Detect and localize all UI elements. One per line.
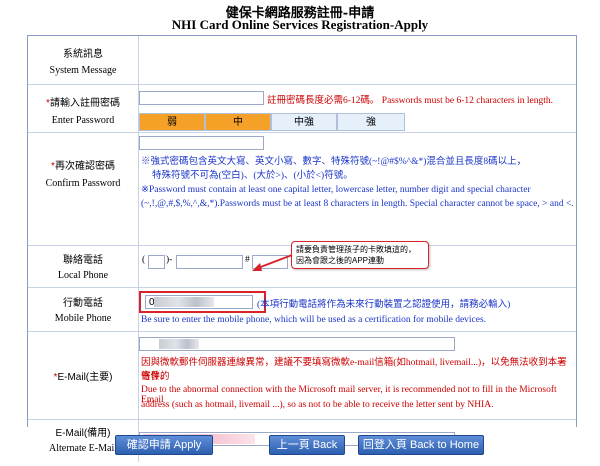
mobile-phone-row: 行動電話 Mobile Phone (本項行動電話將作為未來行動裝置之認證使用，… [28,287,576,332]
mobile-phone-label-en: Mobile Phone [54,313,112,324]
back-button[interactable]: 上一頁 Back [269,435,345,455]
password-input[interactable] [139,91,264,105]
registration-form: 系統訊息 System Message *請輸入註冊密碼 Enter Passw… [27,35,577,462]
system-message-value [139,36,576,84]
strength-strong: 強 [337,113,405,131]
local-phone-label-en: Local Phone [57,270,109,281]
email-warning-zh-2: 信件。 [141,372,170,382]
confirm-password-input[interactable] [139,136,264,150]
local-phone-label-zh: 聯絡電話 [63,255,103,266]
email-primary-label-zh: E-Mail(主要) [57,372,113,383]
password-rule-zh-2: 特殊符號不可為(空白)、(大於>)、(小於<)符號。 [152,171,353,181]
email-primary-label: *E-Mail(主要) [28,332,139,420]
email-warning-zh-1: 因與微軟郵件伺服器連線異常，建議不要填寫微軟e-mail信箱(如hotmail,… [141,358,567,382]
password-label: *請輸入註冊密碼 Enter Password [28,85,139,133]
apply-button[interactable]: 確認申請 Apply [115,435,213,455]
back-to-home-button[interactable]: 回登入頁 Back to Home [358,435,484,455]
annotation-callout: 請要負責管理孩子的卡敗填這的， 因為會跟之後的APP連動 [291,241,429,269]
redacted-mobile-number [154,297,214,307]
password-length-hint: 註冊密碼長度必需6-12碼。 Passwords must be 6-12 ch… [267,96,554,106]
password-value: 註冊密碼長度必需6-12碼。 Passwords must be 6-12 ch… [139,85,576,133]
callout-arrow-icon [252,254,293,271]
callout-line-1: 請要負責管理孩子的卡敗填這的， [296,245,416,254]
password-rule-zh-1: ※強式密碼包含英文大寫、英文小寫、數字、特殊符號(~!@#$%^&*)混合並且長… [141,157,527,167]
mobile-phone-hint-zh: (本項行動電話將作為未來行動裝置之認證使用，請務必輸入) [257,300,511,310]
password-row: *請輸入註冊密碼 Enter Password 註冊密碼長度必需6-12碼。 P… [28,84,576,133]
callout-line-2: 因為會跟之後的APP連動 [296,256,385,265]
strength-weak: 弱 [139,113,205,131]
email-warning-en-2: address (such as hotmail, livemail ...),… [141,400,494,410]
redacted-email [159,339,199,349]
confirm-password-label-zh: 再次確認密碼 [54,161,115,172]
system-message-label: 系統訊息 System Message [28,36,139,84]
password-rule-en-1: ※Password must contain at least one capi… [141,185,531,195]
local-number-input[interactable] [176,255,243,269]
password-rule-en-2: (~,!,@,#,$,%,^,&,*).Passwords must be at… [141,199,574,209]
mobile-phone-label: 行動電話 Mobile Phone [28,288,139,332]
email-primary-value: 因與微軟郵件伺服器連線異常，建議不要填寫微軟e-mail信箱(如hotmail,… [139,332,576,420]
area-code-input[interactable] [148,255,165,269]
password-label-en: Enter Password [51,115,115,126]
local-phone-label: 聯絡電話 Local Phone [28,246,139,288]
page-title-en: NHI Card Online Services Registration-Ap… [171,17,429,32]
confirm-password-label-en: Confirm Password [45,178,121,189]
mobile-phone-label-zh: 行動電話 [63,298,103,309]
strength-medium-strong: 中強 [271,113,337,131]
system-message-label-zh: 系統訊息 [63,49,103,60]
system-message-row: 系統訊息 System Message [28,36,576,84]
confirm-password-row: *再次確認密碼 Confirm Password ※強式密碼包含英文大寫、英文小… [28,132,576,246]
area-code-close-paren: )- [166,255,173,265]
confirm-password-value: ※強式密碼包含英文大寫、英文小寫、數字、特殊符號(~!@#$%^&*)混合並且長… [139,133,576,246]
email-primary-row: *E-Mail(主要) 因與微軟郵件伺服器連線異常，建議不要填寫微軟e-mail… [28,331,576,420]
strength-medium: 中 [205,113,271,131]
mobile-phone-hint-en: Be sure to enter the mobile phone, which… [141,315,487,325]
area-code-open-paren: ( [142,255,146,265]
system-message-label-en: System Message [49,65,117,76]
password-label-zh: 請輸入註冊密碼 [49,98,120,109]
confirm-password-label: *再次確認密碼 Confirm Password [28,133,139,246]
mobile-phone-value: (本項行動電話將作為未來行動裝置之認證使用，請務必輸入) Be sure to … [139,288,576,332]
